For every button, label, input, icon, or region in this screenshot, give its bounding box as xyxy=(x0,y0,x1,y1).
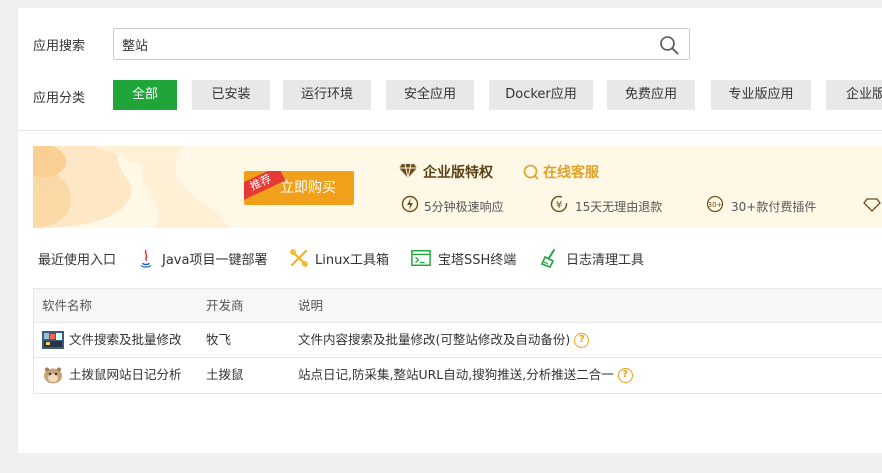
buy-now-button[interactable]: 推荐 立即购买 xyxy=(244,171,354,205)
terminal-icon xyxy=(411,250,431,266)
recent-ssh-terminal[interactable]: 宝塔SSH终端 xyxy=(438,249,516,268)
file-search-app-icon xyxy=(42,331,64,349)
chat-icon xyxy=(523,164,539,180)
table-row[interactable]: 文件搜索及批量修改 牧飞 文件内容搜索及批量修改(可整站修改及自动备份)? xyxy=(34,323,882,358)
feature-plugins: 30+款付费插件 xyxy=(731,200,817,214)
banner-decoration xyxy=(33,146,233,228)
row-software-name: 文件搜索及批量修改 xyxy=(69,332,182,347)
category-enterprise[interactable]: 企业版 xyxy=(826,80,882,110)
help-icon[interactable]: ? xyxy=(617,368,633,383)
category-free[interactable]: 免费应用 xyxy=(607,80,695,110)
category-installed[interactable]: 已安装 xyxy=(192,80,270,110)
svg-text:30+: 30+ xyxy=(708,201,723,209)
category-label: 应用分类 xyxy=(33,91,86,106)
enterprise-title: 企业版特权 xyxy=(423,165,493,181)
feature-fast-response: 5分钟极速响应 xyxy=(424,200,504,214)
plugins-icon: 30+ xyxy=(706,195,724,213)
lightning-icon xyxy=(401,195,419,213)
app-store-panel: 应用搜索 应用分类 全部 已安装 运行环境 安全应用 Docker应用 免费应用… xyxy=(18,8,882,453)
category-runtime[interactable]: 运行环境 xyxy=(283,80,371,110)
broom-icon xyxy=(540,249,555,268)
help-icon[interactable]: ? xyxy=(574,333,590,348)
header-description: 说明 xyxy=(298,298,324,313)
search-icon[interactable] xyxy=(659,35,679,55)
diamond-icon xyxy=(399,163,417,179)
feature-refund: 15天无理由退款 xyxy=(575,200,663,214)
search-input[interactable] xyxy=(114,29,634,59)
header-developer: 开发商 xyxy=(206,298,244,313)
category-all[interactable]: 全部 xyxy=(113,80,177,110)
recent-java-deploy[interactable]: Java项目一键部署 xyxy=(162,249,267,268)
search-box[interactable] xyxy=(113,28,690,60)
row-description-text: 文件内容搜索及批量修改(可整站修改及自动备份) xyxy=(298,332,571,347)
section-divider xyxy=(18,130,882,131)
row-description: 站点日记,防采集,整站URL自动,搜狗推送,分析推送二合一? xyxy=(298,358,633,392)
diamond-outline-icon xyxy=(863,198,881,212)
row-software-name: 土拨鼠网站日记分析 xyxy=(69,367,182,382)
row-developer: 牧飞 xyxy=(206,332,232,347)
row-developer: 土拨鼠 xyxy=(206,367,244,382)
buy-now-label: 立即购买 xyxy=(280,180,336,196)
category-docker[interactable]: Docker应用 xyxy=(489,80,593,110)
enterprise-banner: 推荐 立即购买 企业版特权 在线客服 5分钟极速响应 ¥ 15天无理由退款 30… xyxy=(33,146,882,228)
header-software-name: 软件名称 xyxy=(42,298,93,313)
category-security[interactable]: 安全应用 xyxy=(386,80,474,110)
row-description-text: 站点日记,防采集,整站URL自动,搜狗推送,分析推送二合一 xyxy=(298,367,614,382)
refund-icon: ¥ xyxy=(550,195,568,213)
recent-label: 最近使用入口 xyxy=(38,253,117,268)
groundhog-app-icon xyxy=(44,367,62,384)
customer-service-link[interactable]: 在线客服 xyxy=(543,162,599,182)
software-table: 软件名称 开发商 说明 文件搜索及批量修改 牧飞 文件内容搜索及批量修改(可整站… xyxy=(33,288,882,394)
recent-linux-toolbox[interactable]: Linux工具箱 xyxy=(315,249,389,268)
table-row[interactable]: 土拨鼠网站日记分析 土拨鼠 站点日记,防采集,整站URL自动,搜狗推送,分析推送… xyxy=(34,358,882,393)
recent-log-cleaner[interactable]: 日志清理工具 xyxy=(566,249,644,268)
java-icon xyxy=(140,249,152,268)
row-description: 文件内容搜索及批量修改(可整站修改及自动备份)? xyxy=(298,323,590,357)
table-header: 软件名称 开发商 说明 xyxy=(34,289,882,323)
category-pro[interactable]: 专业版应用 xyxy=(711,80,811,110)
search-label: 应用搜索 xyxy=(33,39,86,54)
svg-text:¥: ¥ xyxy=(556,200,562,211)
toolbox-icon xyxy=(290,249,308,267)
